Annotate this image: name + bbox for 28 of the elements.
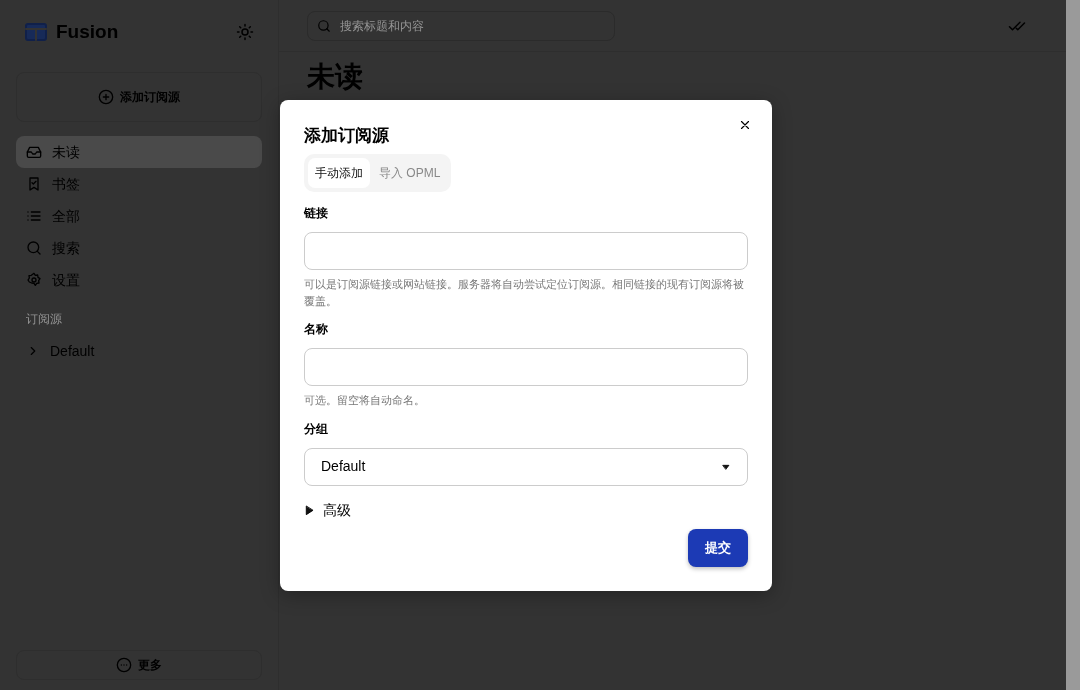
search-field[interactable]: 搜索标题和内容 — [307, 10, 615, 41]
field-label: 分组 — [304, 420, 329, 438]
field-label: 名称 — [304, 321, 329, 339]
close-icon — [738, 118, 752, 132]
field-label: 链接 — [304, 205, 329, 223]
tab[interactable]: 手动添加 — [308, 158, 370, 189]
logo-icon — [24, 20, 48, 44]
group-select[interactable]: Default — [304, 447, 748, 486]
nav-item[interactable]: 未读 — [16, 136, 262, 168]
section-title: 订阅源 — [25, 311, 63, 328]
advanced-toggle[interactable]: 高级 — [304, 499, 351, 521]
settings-icon — [26, 272, 42, 288]
list-icon — [26, 208, 42, 224]
tab[interactable]: 导入 OPML — [372, 158, 448, 189]
submit-button[interactable]: 提交 — [688, 528, 748, 567]
help-text: 可以是订阅源链接或网站链接。服务器将自动尝试定位订阅源。相同链接的现有订阅源将被覆盖。 — [304, 277, 745, 310]
search-icon — [26, 240, 42, 256]
more-icon — [116, 657, 132, 673]
plus-circle-icon — [98, 89, 114, 105]
triangle-right-icon — [304, 504, 315, 516]
sun-icon[interactable] — [236, 23, 254, 41]
help-text: 可选。留空将自动命名。 — [304, 393, 426, 409]
search-icon — [317, 18, 331, 33]
input-field[interactable] — [304, 348, 748, 387]
input-field[interactable] — [304, 232, 748, 271]
dialog-title: 添加订阅源 — [304, 126, 390, 147]
bookmark-icon — [26, 176, 42, 192]
inbox-icon — [26, 144, 42, 160]
